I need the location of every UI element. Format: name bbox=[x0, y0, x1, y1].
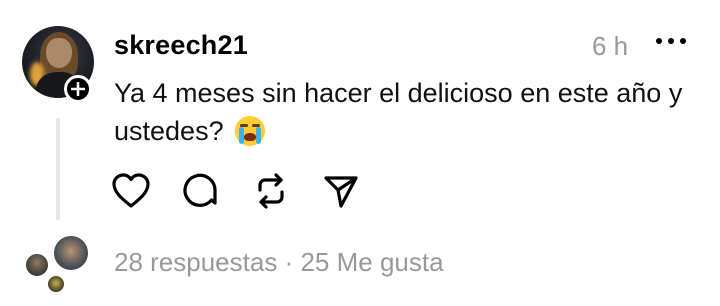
likes-count[interactable]: 25 Me gusta bbox=[300, 247, 443, 277]
reply-avatar bbox=[24, 252, 50, 278]
post-actions bbox=[110, 170, 362, 212]
repost-icon bbox=[258, 173, 284, 209]
comment-icon bbox=[183, 173, 217, 207]
avatar-face bbox=[46, 38, 72, 68]
replies-count[interactable]: 28 respuestas bbox=[114, 247, 277, 277]
post-username[interactable]: skreech21 bbox=[114, 30, 248, 61]
share-button[interactable] bbox=[320, 170, 362, 212]
like-button[interactable] bbox=[110, 170, 152, 212]
loudly-crying-face-icon bbox=[235, 116, 266, 146]
post-text: Ya 4 meses sin hacer el delicioso en est… bbox=[114, 74, 714, 150]
follow-plus-icon[interactable] bbox=[64, 75, 92, 103]
heart-icon bbox=[112, 173, 150, 208]
post-stats: 28 respuestas · 25 Me gusta bbox=[114, 247, 444, 278]
thread-line bbox=[56, 118, 60, 220]
reply-button[interactable] bbox=[180, 170, 222, 212]
repost-button[interactable] bbox=[250, 170, 292, 212]
reply-avatar bbox=[46, 274, 66, 294]
more-options-icon[interactable] bbox=[656, 38, 686, 44]
reply-avatar bbox=[52, 234, 90, 272]
send-icon bbox=[324, 176, 358, 208]
post-body: Ya 4 meses sin hacer el delicioso en est… bbox=[114, 78, 683, 146]
stats-separator: · bbox=[284, 247, 294, 277]
post-time: 6 h bbox=[592, 31, 629, 61]
